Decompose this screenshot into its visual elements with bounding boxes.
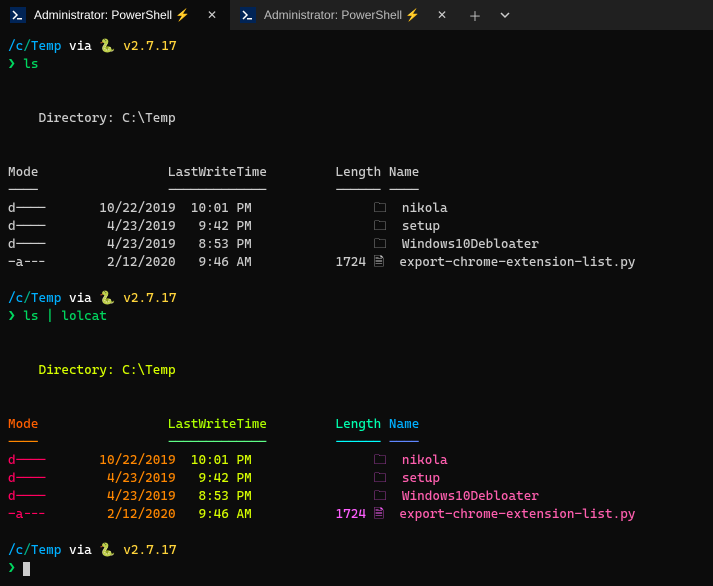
terminal-output[interactable]: /c/Temp via 🐍 v2.7.17 ❯ ls Directory: C:…: [0, 30, 713, 586]
python-icon: 🐍: [99, 291, 115, 306]
col-name: Name: [389, 165, 419, 180]
tab-2[interactable]: Administrator: PowerShell ⚡ ✕: [230, 0, 460, 30]
tab-title: Administrator: PowerShell ⚡: [264, 8, 426, 22]
command-ls: ls: [23, 57, 38, 72]
folder-icon: 🗀: [374, 471, 387, 486]
close-icon[interactable]: ✕: [204, 7, 220, 23]
table-row: -a--- 2/12/2020 9:46 AM 1724 🗎 export-ch…: [8, 507, 635, 522]
col-mode: Mode: [8, 417, 38, 432]
prompt-sep: /: [23, 39, 31, 54]
powershell-icon: [240, 7, 256, 23]
command-lolcat: lolcat: [61, 309, 107, 324]
tab-1[interactable]: Administrator: PowerShell ⚡ ✕: [0, 0, 230, 30]
prompt-via: via: [61, 39, 99, 54]
col-len: Length: [336, 165, 382, 180]
close-icon[interactable]: ✕: [434, 7, 450, 23]
prompt-line: /c/Temp via 🐍 v2.7.17: [8, 39, 177, 54]
file-icon: 🗎: [374, 507, 384, 522]
folder-icon: 🗀: [374, 201, 387, 216]
tab-title: Administrator: PowerShell ⚡: [34, 8, 196, 22]
folder-icon: 🗀: [374, 453, 387, 468]
python-icon: 🐍: [99, 39, 115, 54]
col-lwt: LastWriteTime: [168, 417, 267, 432]
python-icon: 🐍: [99, 543, 115, 558]
titlebar: Administrator: PowerShell ⚡ ✕ Administra…: [0, 0, 713, 30]
powershell-icon: [10, 7, 26, 23]
python-version: v2.7.17: [116, 39, 177, 54]
prompt-arrow: ❯: [8, 57, 23, 72]
prompt-path: Temp: [31, 39, 61, 54]
file-icon: 🗎: [374, 255, 384, 270]
table-row: d---- 4/23/2019 9:42 PM 🗀 setup: [8, 219, 440, 234]
table-row: d---- 4/23/2019 8:53 PM 🗀 Windows10Deblo…: [8, 237, 539, 252]
col-lwt: LastWriteTime: [168, 165, 267, 180]
col-name: Name: [389, 417, 419, 432]
table-row: d---- 4/23/2019 8:53 PM 🗀 Windows10Deblo…: [8, 489, 539, 504]
dropdown-button[interactable]: [490, 0, 520, 30]
col-len: Length: [336, 417, 382, 432]
folder-icon: 🗀: [374, 219, 387, 234]
table-row: d---- 10/22/2019 10:01 PM 🗀 nikola: [8, 453, 448, 468]
table-row: d---- 10/22/2019 10:01 PM 🗀 nikola: [8, 201, 448, 216]
prompt-line: /c/Temp via 🐍 v2.7.17: [8, 291, 177, 306]
prompt-line: /c/Temp via 🐍 v2.7.17: [8, 543, 177, 558]
table-row: d---- 4/23/2019 9:42 PM 🗀 setup: [8, 471, 440, 486]
folder-icon: 🗀: [374, 489, 387, 504]
table-row: -a--- 2/12/2020 9:46 AM 1724 🗎 export-ch…: [8, 255, 635, 270]
new-tab-button[interactable]: ＋: [460, 0, 490, 30]
directory-header: Directory: C:\Temp: [8, 111, 176, 126]
folder-icon: 🗀: [374, 237, 387, 252]
directory-header: Directory: C:\Temp: [8, 363, 176, 378]
cursor: [23, 562, 30, 576]
col-mode: Mode: [8, 165, 38, 180]
prompt-path: /c: [8, 39, 23, 54]
command-ls: ls: [23, 309, 38, 324]
